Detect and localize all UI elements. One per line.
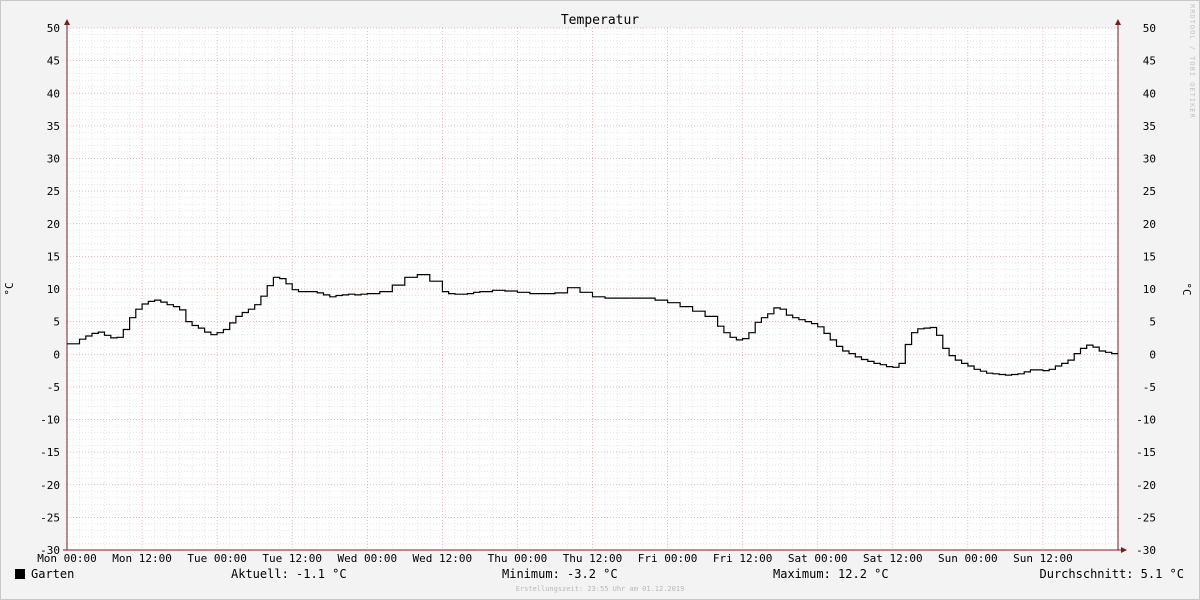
y-tick-label: -30	[1136, 544, 1156, 557]
y-tick-label: 45	[47, 55, 60, 68]
x-tick-label: Thu 00:00	[488, 552, 548, 565]
y-tick-label: 0	[1149, 348, 1156, 361]
y-axis-label-left: °C	[3, 282, 16, 295]
y-tick-label: -15	[40, 446, 60, 459]
x-tick-labels: Mon 00:00 Mon 12:00 Tue 00:00 Tue 12:00 Wed …	[37, 552, 1073, 565]
x-tick-label: Sat 00:00	[788, 552, 848, 565]
y-axis-arrow-left	[64, 19, 70, 25]
x-tick-label: Wed 00:00	[337, 552, 397, 565]
watermark: RRDTOOL / TOBI OETIKER	[1188, 4, 1196, 119]
chart-title: Temperatur	[561, 13, 639, 28]
y-tick-label: -25	[40, 511, 60, 524]
y-tick-label: -15	[1136, 446, 1156, 459]
y-tick-label: 20	[1143, 218, 1156, 231]
x-tick-label: Sun 12:00	[1013, 552, 1073, 565]
y-tick-label: -20	[1136, 479, 1156, 492]
y-tick-label: 15	[1143, 250, 1156, 263]
x-tick-label: Wed 12:00	[413, 552, 473, 565]
y-tick-label: 10	[47, 283, 60, 296]
legend-maximum: Maximum: 12.2 °C	[773, 567, 889, 581]
legend-aktuell: Aktuell: -1.1 °C	[231, 567, 347, 581]
y-tick-label: 15	[47, 250, 60, 263]
y-tick-label: -5	[1143, 381, 1156, 394]
y-tick-label: 40	[1143, 87, 1156, 100]
legend-item-garten: Garten	[15, 567, 74, 581]
x-tick-label: Tue 12:00	[262, 552, 322, 565]
y-tick-label: 30	[47, 153, 60, 166]
y-tick-label: -10	[40, 414, 60, 427]
y-tick-labels-right: -30 -25 -20 -15 -10 -5 0 5 10 15 20 25 30 35 40 45 50	[1136, 22, 1156, 557]
x-tick-label: Sat 12:00	[863, 552, 923, 565]
x-tick-label: Fri 00:00	[638, 552, 698, 565]
y-tick-label: 35	[47, 120, 60, 133]
legend-swatch	[15, 569, 25, 579]
x-tick-label: Fri 12:00	[713, 552, 773, 565]
y-tick-label: -10	[1136, 414, 1156, 427]
x-tick-label: Thu 12:00	[563, 552, 623, 565]
y-tick-labels-left: -30-25-20-15-10-505101520253035404550	[40, 22, 60, 557]
y-tick-label: 0	[53, 348, 60, 361]
y-axis-arrow-right	[1115, 19, 1121, 25]
y-tick-label: 35	[1143, 120, 1156, 133]
temperature-chart: -30-25-20-15-10-505101520253035404550 -3…	[3, 13, 1193, 565]
y-tick-label: 25	[1143, 185, 1156, 198]
x-tick-label: Mon 00:00	[37, 552, 97, 565]
creation-time-footer: Erstellungszeit: 23:55 Uhr am 01.12.2019	[515, 585, 685, 593]
x-axis-arrow	[1121, 547, 1127, 553]
y-tick-label: -20	[40, 479, 60, 492]
legend-minimum: Minimum: -3.2 °C	[502, 567, 618, 581]
x-tick-label: Sun 00:00	[938, 552, 998, 565]
y-tick-label: -5	[47, 381, 60, 394]
y-tick-label: 10	[1143, 283, 1156, 296]
y-tick-label: 45	[1143, 55, 1156, 68]
y-tick-label: 5	[53, 316, 60, 329]
x-tick-label: Mon 12:00	[112, 552, 172, 565]
y-tick-label: 40	[47, 87, 60, 100]
y-tick-label: 50	[47, 22, 60, 35]
y-axis-label-right: °C	[1180, 282, 1193, 295]
y-tick-label: 20	[47, 218, 60, 231]
y-tick-label: -25	[1136, 511, 1156, 524]
y-tick-label: 30	[1143, 153, 1156, 166]
x-tick-label: Tue 00:00	[187, 552, 247, 565]
y-tick-label: 5	[1149, 316, 1156, 329]
y-tick-label: 50	[1143, 22, 1156, 35]
legend-durchschnitt: Durchschnitt: 5.1 °C	[1039, 567, 1185, 581]
y-tick-label: 25	[47, 185, 60, 198]
legend-series-name: Garten	[31, 567, 75, 581]
